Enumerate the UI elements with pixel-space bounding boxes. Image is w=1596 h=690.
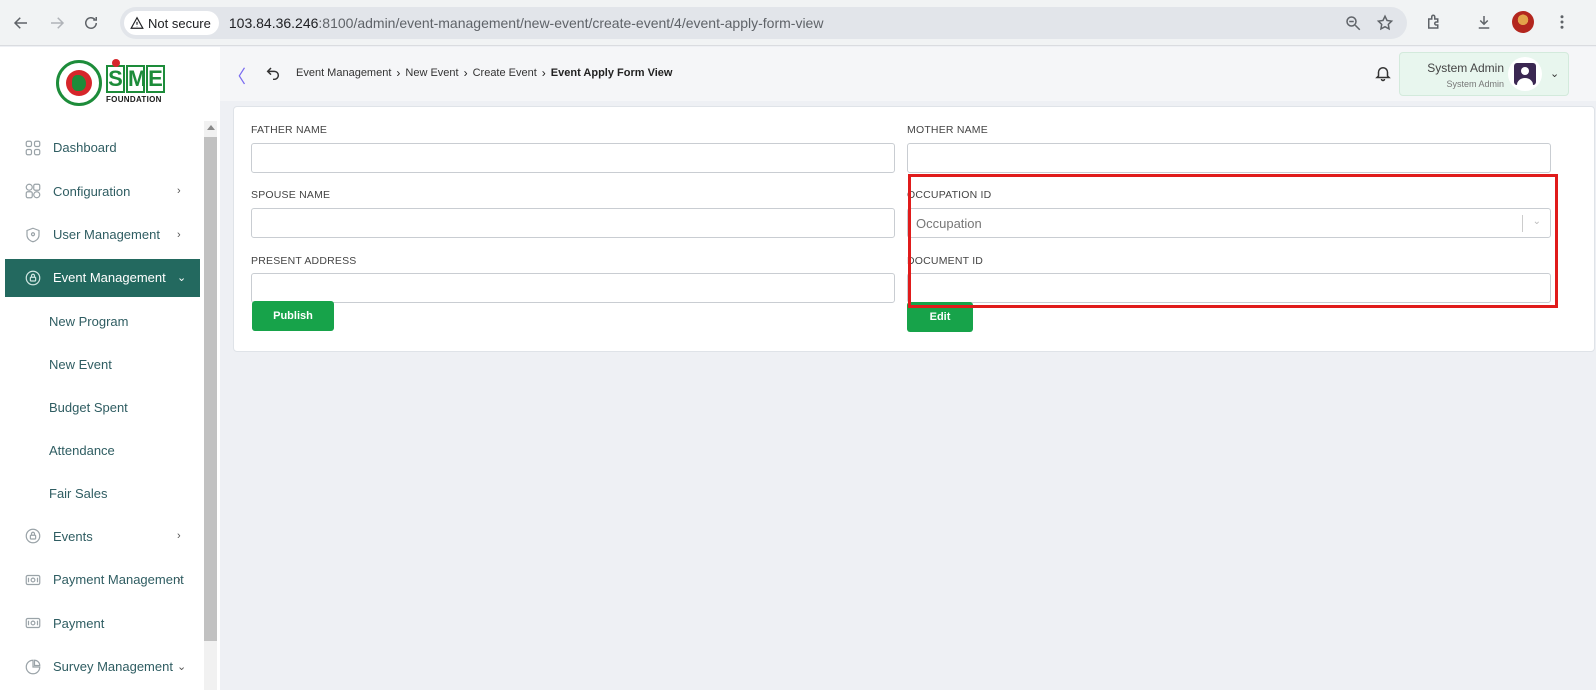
sidebar-subitem-attendance[interactable]: Attendance [5, 429, 200, 472]
user-name: System Admin [1427, 61, 1504, 75]
reload-icon[interactable] [76, 8, 106, 38]
url-text[interactable]: 103.84.36.246:8100/admin/event-managemen… [229, 15, 824, 31]
lock-circle-icon [25, 270, 41, 285]
emblem-logo-icon [56, 60, 102, 106]
sidebar-item-label: Survey Management [53, 659, 173, 675]
breadcrumb-chevron-icon: › [463, 66, 468, 80]
sme-foundation-logo: S M E FOUNDATION [106, 59, 165, 104]
sidebar-subitem-fair-sales[interactable]: Fair Sales [5, 472, 200, 515]
back-undo-icon[interactable] [265, 64, 281, 80]
dashboard-grid-icon [25, 140, 41, 156]
event-apply-form-card: FATHER NAME MOTHER NAME SPOUSE NAME OCCU… [233, 106, 1595, 352]
browser-toolbar: Not secure 103.84.36.246:8100/admin/even… [0, 0, 1596, 46]
scrollbar-thumb[interactable] [204, 137, 217, 641]
notification-bell-icon[interactable] [1374, 64, 1392, 82]
spouse-name-label: SPOUSE NAME [251, 189, 331, 201]
sidebar: Dashboard Configuration › User Managemen… [0, 121, 220, 690]
sidebar-item-survey-management[interactable]: Survey Management ⌄ [5, 645, 200, 689]
user-role: System Admin [1446, 79, 1504, 89]
logo[interactable]: S M E FOUNDATION [0, 47, 220, 121]
chevron-right-icon: › [177, 573, 181, 586]
chevron-down-icon[interactable]: ⌄ [1533, 216, 1541, 227]
sidebar-item-dashboard[interactable]: Dashboard [5, 126, 200, 170]
shield-icon [26, 227, 40, 243]
breadcrumb-item[interactable]: New Event [405, 67, 458, 79]
document-id-input[interactable] [907, 273, 1551, 303]
sidebar-item-label: Configuration [53, 183, 131, 199]
breadcrumb-item[interactable]: Create Event [473, 67, 537, 79]
breadcrumb-chevron-icon: › [541, 66, 546, 80]
sidebar-subitem-new-program[interactable]: New Program [5, 300, 200, 343]
chevron-down-icon: ⌄ [177, 661, 187, 674]
chevron-right-icon: › [177, 530, 181, 543]
chevron-right-icon: › [177, 185, 181, 198]
extensions-puzzle-icon[interactable] [1420, 8, 1448, 36]
present-address-label: PRESENT ADDRESS [251, 255, 357, 267]
sidebar-item-event-management[interactable]: Event Management ⌄ [5, 258, 200, 297]
pie-chart-icon [25, 659, 41, 675]
security-label: Not secure [148, 15, 211, 31]
browser-profile-avatar[interactable] [1512, 11, 1534, 33]
sidebar-item-label: Event Management [53, 270, 166, 285]
back-arrow-icon[interactable] [6, 8, 36, 38]
sidebar-item-label: Payment Management [53, 572, 184, 588]
scroll-up-arrow-icon[interactable] [207, 125, 215, 130]
breadcrumb-chevron-icon: › [396, 66, 401, 80]
edit-button[interactable]: Edit [907, 302, 973, 332]
payment-icon [25, 574, 41, 585]
sidebar-item-configuration[interactable]: Configuration › [5, 170, 200, 214]
forward-arrow-icon[interactable] [42, 8, 72, 38]
sidebar-item-events[interactable]: Events › [5, 515, 200, 559]
document-id-label: DOCUMENT ID [907, 255, 984, 267]
bookmark-star-icon[interactable] [1373, 11, 1397, 35]
lock-circle-icon [25, 528, 41, 544]
sidebar-item-label: Payment [53, 615, 105, 631]
father-name-input[interactable] [251, 143, 895, 173]
payment-icon [25, 618, 41, 629]
occupation-placeholder: Occupation [916, 215, 982, 231]
breadcrumb-item[interactable]: Event Management [296, 67, 391, 79]
user-avatar-icon [1508, 57, 1542, 91]
sidebar-item-payment[interactable]: Payment [5, 602, 200, 646]
browser-menu-dots-icon[interactable] [1548, 8, 1576, 36]
present-address-input[interactable] [251, 273, 895, 303]
chevron-down-icon[interactable]: ⌄ [1550, 67, 1559, 80]
sidebar-item-payment-management[interactable]: Payment Management › [5, 558, 200, 602]
occupation-id-label: OCCUPATION ID [907, 189, 992, 201]
spouse-name-input[interactable] [251, 208, 895, 238]
sidebar-item-user-management[interactable]: User Management › [5, 213, 200, 257]
sidebar-scrollbar[interactable] [204, 121, 217, 690]
sidebar-item-label: Dashboard [53, 140, 117, 156]
publish-button[interactable]: Publish [252, 301, 334, 331]
chevron-down-icon: ⌄ [177, 272, 187, 284]
zoom-icon[interactable] [1341, 11, 1365, 35]
sidebar-subitem-new-event[interactable]: New Event [5, 343, 200, 386]
mother-name-input[interactable] [907, 143, 1551, 173]
download-icon[interactable] [1470, 8, 1498, 36]
warning-triangle-icon [130, 16, 144, 29]
chevron-right-icon: › [177, 228, 181, 241]
sidebar-subitem-budget-spent[interactable]: Budget Spent [5, 386, 200, 429]
user-menu[interactable]: System Admin System Admin ⌄ [1399, 52, 1569, 96]
configuration-icon [25, 183, 41, 199]
mother-name-label: MOTHER NAME [907, 124, 988, 136]
security-chip[interactable]: Not secure [124, 11, 219, 35]
sidebar-item-label: User Management [53, 227, 160, 243]
sidebar-collapse-icon[interactable]: 〈 [228, 63, 246, 89]
occupation-select[interactable]: Occupation ⌄ [907, 208, 1551, 238]
father-name-label: FATHER NAME [251, 124, 328, 136]
sidebar-item-label: Events [53, 528, 93, 544]
address-bar[interactable]: Not secure 103.84.36.246:8100/admin/even… [120, 7, 1407, 39]
breadcrumb-current: Event Apply Form View [550, 67, 673, 79]
breadcrumb: Event Management › New Event › Create Ev… [296, 66, 672, 80]
